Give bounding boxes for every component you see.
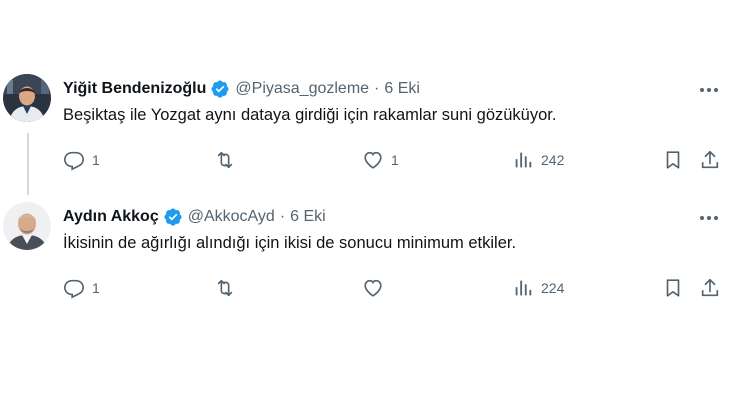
views-icon [512,149,534,171]
heart-icon [362,277,384,299]
tweet-header: Yiğit Bendenizoğlu @Piyasa_gozleme · 6 E… [63,78,420,100]
like-button[interactable] [362,276,391,300]
retweet-icon [214,277,236,299]
views-icon [512,277,534,299]
reply-icon [63,277,85,299]
tweet-header: Aydın Akkoç @AkkocAyd · 6 Eki [63,206,326,228]
author-name[interactable]: Yiğit Bendenizoğlu [63,80,206,98]
tweet-date[interactable]: 6 Eki [384,80,420,98]
reply-button[interactable]: 1 [63,276,100,300]
more-icon[interactable] [698,80,720,100]
reply-icon [63,149,85,171]
reply-count: 1 [92,152,100,168]
share-button[interactable] [699,148,721,172]
views-count: 242 [541,152,565,168]
share-icon [699,277,721,299]
separator-dot: · [374,80,380,97]
more-icon[interactable] [698,208,720,228]
views-count: 224 [541,280,565,296]
reply-count: 1 [92,280,100,296]
tweet-actions: 1 1 242 [0,148,730,172]
tweet-actions: 1 224 [0,276,730,300]
bookmark-button[interactable] [662,148,684,172]
avatar[interactable] [3,202,51,250]
tweet-text: İkisinin de ağırlığı alındığı için ikisi… [63,234,517,252]
author-handle[interactable]: @AkkocAyd [188,208,275,226]
separator-dot: · [279,208,286,225]
retweet-button[interactable] [214,276,243,300]
avatar[interactable] [3,74,51,122]
share-icon [699,149,721,171]
bookmark-icon [662,277,684,299]
tweet-date[interactable]: 6 Eki [290,208,326,226]
share-button[interactable] [699,276,721,300]
views-button[interactable]: 242 [512,148,564,172]
reply-button[interactable]: 1 [63,148,100,172]
views-button[interactable]: 224 [512,276,564,300]
retweet-button[interactable] [214,148,243,172]
verified-badge-icon [210,79,230,99]
heart-icon [362,149,384,171]
author-handle[interactable]: @Piyasa_gozleme [235,80,369,98]
retweet-icon [214,149,236,171]
bookmark-button[interactable] [662,276,684,300]
bookmark-icon [662,149,684,171]
like-count: 1 [391,152,399,168]
like-button[interactable]: 1 [362,148,399,172]
tweet-text: Beşiktaş ile Yozgat aynı dataya girdiği … [63,106,557,124]
author-name[interactable]: Aydın Akkoç [63,208,159,226]
verified-badge-icon [163,207,183,227]
